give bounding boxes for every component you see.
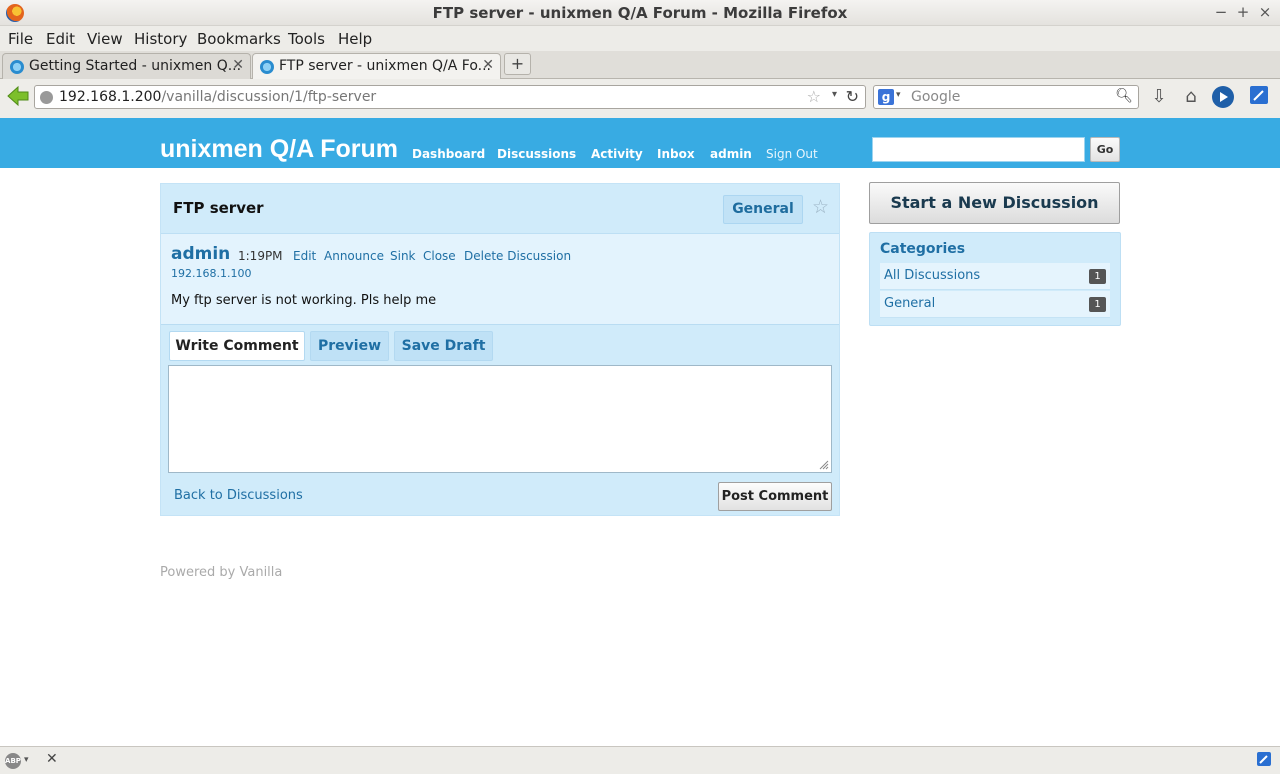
discussion-panel: FTP server General ☆ admin 1:19PM Edit A… — [160, 183, 840, 516]
nav-discussions[interactable]: Discussions — [497, 147, 576, 161]
tab-ftp-server[interactable]: FTP server - unixmen Q/A Fo... ✕ — [252, 53, 501, 79]
menu-bookmarks[interactable]: Bookmarks — [197, 30, 281, 48]
back-to-discussions-link[interactable]: Back to Discussions — [174, 488, 303, 503]
menu-history[interactable]: History — [134, 30, 187, 48]
discussion-header: FTP server General ☆ — [161, 184, 839, 234]
delete-discussion-link[interactable]: Delete Discussion — [464, 249, 571, 263]
announce-link[interactable]: Announce — [324, 249, 384, 263]
minimize-button[interactable]: − — [1212, 3, 1230, 21]
author-name[interactable]: admin — [171, 244, 230, 264]
maximize-button[interactable]: + — [1234, 3, 1252, 21]
menu-tools[interactable]: Tools — [288, 30, 325, 48]
browser-search-box[interactable]: g ▾ Google 🔍︎ — [873, 85, 1139, 109]
close-window-button[interactable]: × — [1256, 3, 1274, 21]
google-icon[interactable]: g — [878, 89, 894, 105]
post-time: 1:19PM — [238, 249, 283, 263]
tab-getting-started[interactable]: Getting Started - unixmen Q... ✕ — [2, 53, 251, 79]
menu-edit[interactable]: Edit — [46, 30, 75, 48]
site-search-input[interactable] — [872, 137, 1085, 162]
categories-heading: Categories — [880, 241, 966, 257]
adblock-dropdown-icon[interactable]: ▾ — [24, 755, 29, 765]
url-text[interactable]: 192.168.1.200/vanilla/discussion/1/ftp-s… — [59, 89, 376, 105]
resize-handle-icon[interactable] — [819, 460, 829, 470]
home-icon[interactable]: ⌂ — [1179, 85, 1203, 109]
bookmark-star-icon[interactable]: ☆ — [812, 196, 829, 218]
navigation-toolbar: 192.168.1.200/vanilla/discussion/1/ftp-s… — [0, 79, 1280, 118]
window-titlebar: FTP server - unixmen Q/A Forum - Mozilla… — [0, 0, 1280, 26]
browser-search-placeholder[interactable]: Google — [911, 89, 960, 105]
tab-label: Getting Started - unixmen Q... — [29, 58, 242, 74]
category-item-all-discussions[interactable]: All Discussions 1 — [880, 263, 1110, 290]
nav-dashboard[interactable]: Dashboard — [412, 147, 485, 161]
category-badge[interactable]: General — [723, 195, 803, 224]
site-header: unixmen Q/A Forum Dashboard Discussions … — [0, 118, 1280, 168]
close-link[interactable]: Close — [423, 249, 456, 263]
vanilla-favicon-icon — [260, 60, 274, 74]
discussion-body: My ftp server is not working. Pls help m… — [171, 293, 437, 308]
reload-icon[interactable]: ↻ — [846, 87, 859, 106]
discussion-title: FTP server — [173, 199, 264, 217]
window-title: FTP server - unixmen Q/A Forum - Mozilla… — [432, 4, 848, 22]
back-arrow-icon[interactable] — [6, 84, 30, 108]
url-bar[interactable]: 192.168.1.200/vanilla/discussion/1/ftp-s… — [34, 85, 866, 109]
search-engine-dropdown-icon[interactable]: ▾ — [896, 90, 901, 100]
search-go-button[interactable]: Go — [1090, 137, 1120, 162]
page-viewport: unixmen Q/A Forum Dashboard Discussions … — [0, 118, 1280, 746]
status-bar: ABP ▾ ✕ — [0, 746, 1280, 774]
sink-link[interactable]: Sink — [390, 249, 416, 263]
downloads-icon[interactable]: ⇩ — [1147, 85, 1171, 109]
search-icon[interactable]: 🔍︎ — [1115, 88, 1133, 104]
tab-write-comment[interactable]: Write Comment — [169, 331, 305, 361]
vanilla-favicon-icon — [10, 60, 24, 74]
category-label[interactable]: All Discussions — [884, 268, 980, 283]
author-ip: 192.168.1.100 — [171, 267, 252, 280]
nav-admin[interactable]: admin — [710, 147, 752, 161]
edit-addon-icon[interactable] — [1256, 751, 1272, 771]
menu-help[interactable]: Help — [338, 30, 372, 48]
tab-label: FTP server - unixmen Q/A Fo... — [279, 58, 492, 74]
new-tab-button[interactable]: + — [504, 53, 531, 75]
category-count-badge: 1 — [1089, 297, 1106, 312]
tab-bar: Getting Started - unixmen Q... ✕ FTP ser… — [0, 51, 1280, 79]
menu-file[interactable]: File — [8, 30, 33, 48]
post-comment-button[interactable]: Post Comment — [718, 482, 832, 511]
comment-form: Write Comment Preview Save Draft Back to… — [161, 324, 839, 515]
play-addon-icon[interactable] — [1211, 85, 1235, 109]
close-icon[interactable]: ✕ — [46, 751, 58, 767]
nav-sign-out[interactable]: Sign Out — [766, 147, 818, 161]
site-brand[interactable]: unixmen Q/A Forum — [160, 135, 398, 164]
globe-icon — [40, 91, 53, 104]
category-count-badge: 1 — [1089, 269, 1106, 284]
menu-view[interactable]: View — [87, 30, 123, 48]
tab-preview[interactable]: Preview — [310, 331, 389, 361]
start-new-discussion-button[interactable]: Start a New Discussion — [869, 182, 1120, 224]
comment-textarea[interactable] — [168, 365, 832, 473]
category-label[interactable]: General — [884, 296, 935, 311]
tab-close-icon[interactable]: ✕ — [232, 57, 244, 73]
tab-close-icon[interactable]: ✕ — [482, 57, 494, 73]
url-dropdown-icon[interactable]: ▾ — [832, 89, 837, 100]
adblock-icon[interactable]: ABP — [5, 753, 21, 769]
menu-bar: File Edit View History Bookmarks Tools H… — [0, 26, 1280, 51]
category-item-general[interactable]: General 1 — [880, 291, 1110, 318]
categories-panel: Categories All Discussions 1 General 1 — [869, 232, 1121, 326]
nav-inbox[interactable]: Inbox — [657, 147, 695, 161]
tab-save-draft[interactable]: Save Draft — [394, 331, 493, 361]
bookmark-star-icon[interactable]: ☆ — [807, 87, 821, 106]
powered-by-footer[interactable]: Powered by Vanilla — [160, 565, 282, 580]
edit-addon-icon[interactable] — [1247, 85, 1271, 109]
nav-activity[interactable]: Activity — [591, 147, 643, 161]
edit-link[interactable]: Edit — [293, 249, 316, 263]
